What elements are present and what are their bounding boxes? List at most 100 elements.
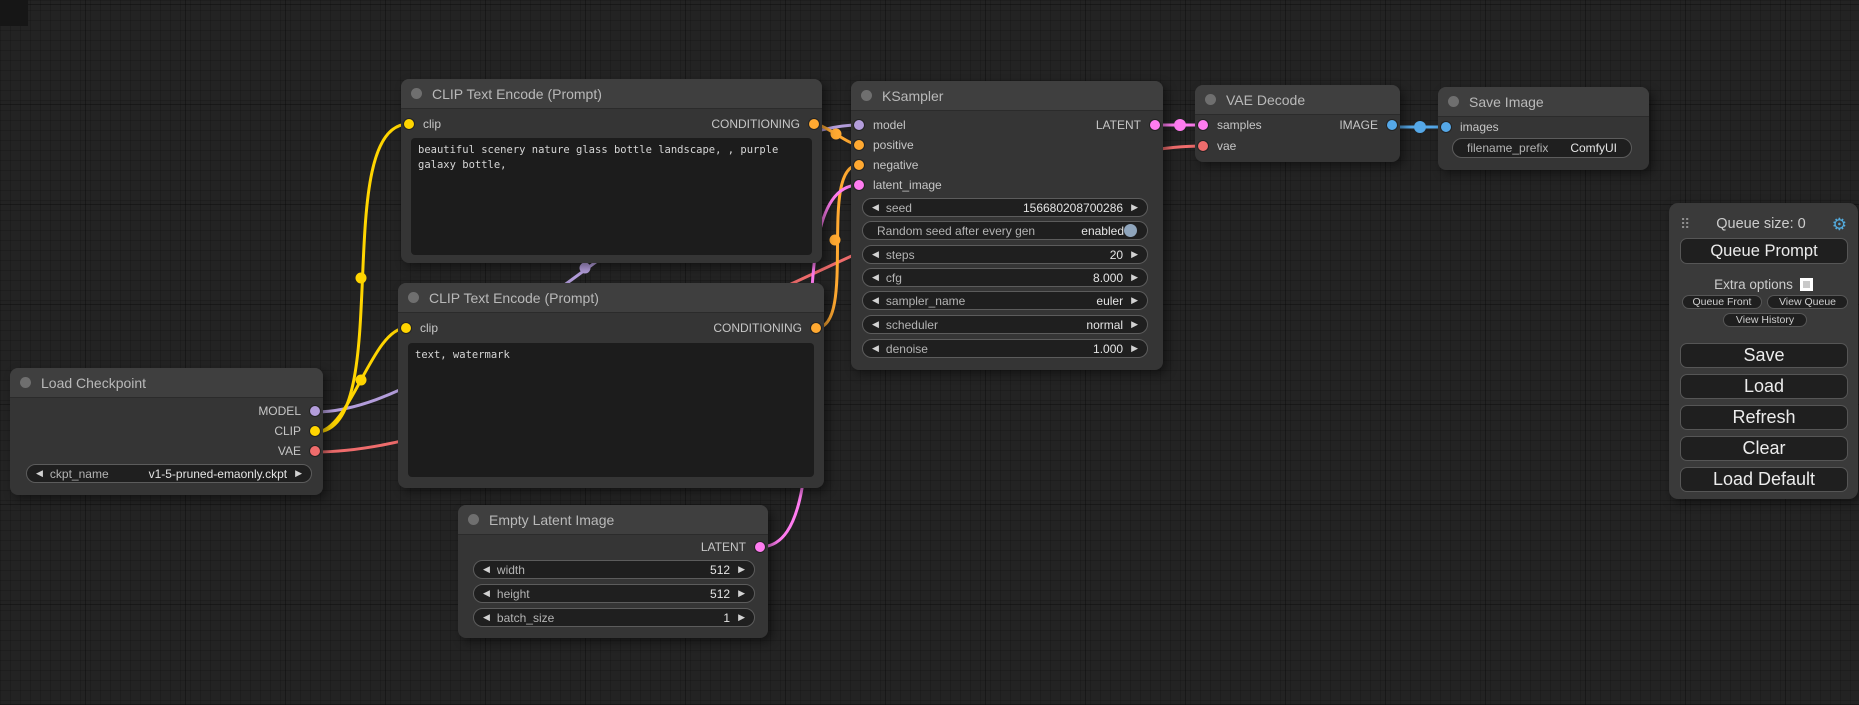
latent-port-dot[interactable] — [1198, 120, 1208, 130]
node-ksampler[interactable]: KSampler model positive negative latent_… — [851, 81, 1163, 370]
widget-height[interactable]: ◀ height 512 ▶ — [473, 584, 755, 603]
decrement-arrow-icon[interactable]: ◀ — [483, 612, 490, 623]
toggle-dot[interactable] — [1124, 224, 1137, 237]
output-port-latent[interactable]: LATENT — [1096, 115, 1160, 135]
node-load-checkpoint[interactable]: Load Checkpoint MODEL CLIP VAE ◀ ckpt_na… — [10, 368, 323, 495]
vae-port-dot[interactable] — [310, 446, 320, 456]
input-port-clip[interactable]: clip — [404, 114, 441, 134]
input-port-negative[interactable]: negative — [854, 155, 918, 175]
latent-port-dot[interactable] — [854, 180, 864, 190]
collapse-dot-icon[interactable] — [1448, 96, 1459, 107]
collapse-dot-icon[interactable] — [411, 88, 422, 99]
decrement-arrow-icon[interactable]: ◀ — [872, 272, 879, 283]
decrement-arrow-icon[interactable]: ◀ — [483, 564, 490, 575]
drag-handle-icon[interactable]: ⠿ — [1680, 217, 1690, 231]
increment-arrow-icon[interactable]: ▶ — [1131, 295, 1138, 306]
view-history-button[interactable]: View History — [1723, 313, 1807, 327]
increment-arrow-icon[interactable]: ▶ — [1131, 272, 1138, 283]
input-port-clip[interactable]: clip — [401, 318, 438, 338]
conditioning-port-dot[interactable] — [854, 160, 864, 170]
widget-random-seed-toggle[interactable]: Random seed after every gen enabled — [862, 221, 1148, 240]
clear-button[interactable]: Clear — [1680, 436, 1848, 461]
clip-port-dot[interactable] — [310, 426, 320, 436]
image-port-dot[interactable] — [1441, 122, 1451, 132]
clip-port-dot[interactable] — [404, 119, 414, 129]
widget-steps[interactable]: ◀ steps 20 ▶ — [862, 245, 1148, 264]
conditioning-port-dot[interactable] — [811, 323, 821, 333]
widget-sampler-name[interactable]: ◀ sampler_name euler ▶ — [862, 291, 1148, 310]
view-queue-button[interactable]: View Queue — [1767, 295, 1848, 309]
model-port-dot[interactable] — [310, 406, 320, 416]
node-graph-canvas[interactable]: Load Checkpoint MODEL CLIP VAE ◀ ckpt_na… — [0, 0, 1859, 705]
wire-dot[interactable] — [356, 273, 367, 284]
prompt-text-input[interactable]: text, watermark — [408, 343, 814, 477]
input-port-latent-image[interactable]: latent_image — [854, 175, 942, 195]
collapse-dot-icon[interactable] — [20, 377, 31, 388]
increment-arrow-icon[interactable]: ▶ — [1131, 249, 1138, 260]
save-button[interactable]: Save — [1680, 343, 1848, 368]
collapse-dot-icon[interactable] — [408, 292, 419, 303]
conditioning-port-dot[interactable] — [809, 119, 819, 129]
decrement-arrow-icon[interactable]: ◀ — [872, 295, 879, 306]
wire-dot[interactable] — [356, 375, 367, 386]
output-port-image[interactable]: IMAGE — [1339, 115, 1397, 135]
collapse-dot-icon[interactable] — [861, 90, 872, 101]
latent-port-dot[interactable] — [755, 542, 765, 552]
widget-seed[interactable]: ◀ seed 156680208700286 ▶ — [862, 198, 1148, 217]
output-port-vae[interactable]: VAE — [278, 441, 320, 461]
model-port-dot[interactable] — [854, 120, 864, 130]
image-port-dot[interactable] — [1387, 120, 1397, 130]
wire-dot[interactable] — [831, 129, 842, 140]
widget-denoise[interactable]: ◀ denoise 1.000 ▶ — [862, 339, 1148, 358]
node-save-image[interactable]: Save Image images filename_prefix ComfyU… — [1438, 87, 1649, 170]
load-button[interactable]: Load — [1680, 374, 1848, 399]
widget-scheduler[interactable]: ◀ scheduler normal ▶ — [862, 315, 1148, 334]
wire-dot[interactable] — [580, 263, 591, 274]
widget-filename-prefix[interactable]: filename_prefix ComfyUI — [1452, 138, 1632, 158]
wire-dot[interactable] — [1174, 119, 1186, 131]
clip-port-dot[interactable] — [401, 323, 411, 333]
queue-front-button[interactable]: Queue Front — [1682, 295, 1762, 309]
input-port-positive[interactable]: positive — [854, 135, 914, 155]
widget-ckpt-name[interactable]: ◀ ckpt_name v1-5-pruned-emaonly.ckpt ▶ — [26, 464, 312, 483]
conditioning-port-dot[interactable] — [854, 140, 864, 150]
wire-dot[interactable] — [830, 235, 841, 246]
output-port-model[interactable]: MODEL — [258, 401, 320, 421]
widget-cfg[interactable]: ◀ cfg 8.000 ▶ — [862, 268, 1148, 287]
widget-width[interactable]: ◀ width 512 ▶ — [473, 560, 755, 579]
vae-port-dot[interactable] — [1198, 141, 1208, 151]
node-vae-decode[interactable]: VAE Decode samples vae IMAGE — [1195, 85, 1400, 162]
decrement-arrow-icon[interactable]: ◀ — [872, 343, 879, 354]
output-port-clip[interactable]: CLIP — [274, 421, 320, 441]
latent-port-dot[interactable] — [1150, 120, 1160, 130]
prompt-text-input[interactable]: beautiful scenery nature glass bottle la… — [411, 138, 812, 255]
decrement-arrow-icon[interactable]: ◀ — [872, 319, 879, 330]
node-empty-latent-image[interactable]: Empty Latent Image LATENT ◀ width 512 ▶ … — [458, 505, 768, 638]
node-clip-text-encode-top[interactable]: CLIP Text Encode (Prompt) clip CONDITION… — [401, 79, 822, 263]
wire-dot[interactable] — [1414, 121, 1426, 133]
decrement-arrow-icon[interactable]: ◀ — [483, 588, 490, 599]
increment-arrow-icon[interactable]: ▶ — [738, 612, 745, 623]
load-default-button[interactable]: Load Default — [1680, 467, 1848, 492]
output-port-conditioning[interactable]: CONDITIONING — [711, 114, 819, 134]
input-port-model[interactable]: model — [854, 115, 906, 135]
queue-prompt-button[interactable]: Queue Prompt — [1680, 238, 1848, 264]
extra-options-checkbox[interactable] — [1800, 278, 1813, 291]
refresh-button[interactable]: Refresh — [1680, 405, 1848, 430]
output-port-latent[interactable]: LATENT — [701, 537, 765, 557]
increment-arrow-icon[interactable]: ▶ — [1131, 202, 1138, 213]
increment-arrow-icon[interactable]: ▶ — [1131, 343, 1138, 354]
node-clip-text-encode-bottom[interactable]: CLIP Text Encode (Prompt) clip CONDITION… — [398, 283, 824, 488]
decrement-arrow-icon[interactable]: ◀ — [872, 202, 879, 213]
decrement-arrow-icon[interactable]: ◀ — [872, 249, 879, 260]
decrement-arrow-icon[interactable]: ◀ — [36, 468, 43, 479]
collapse-dot-icon[interactable] — [1205, 94, 1216, 105]
increment-arrow-icon[interactable]: ▶ — [1131, 319, 1138, 330]
collapse-dot-icon[interactable] — [468, 514, 479, 525]
increment-arrow-icon[interactable]: ▶ — [738, 564, 745, 575]
output-port-conditioning[interactable]: CONDITIONING — [713, 318, 821, 338]
input-port-vae[interactable]: vae — [1198, 136, 1236, 156]
increment-arrow-icon[interactable]: ▶ — [295, 468, 302, 479]
increment-arrow-icon[interactable]: ▶ — [738, 588, 745, 599]
widget-batch-size[interactable]: ◀ batch_size 1 ▶ — [473, 608, 755, 627]
